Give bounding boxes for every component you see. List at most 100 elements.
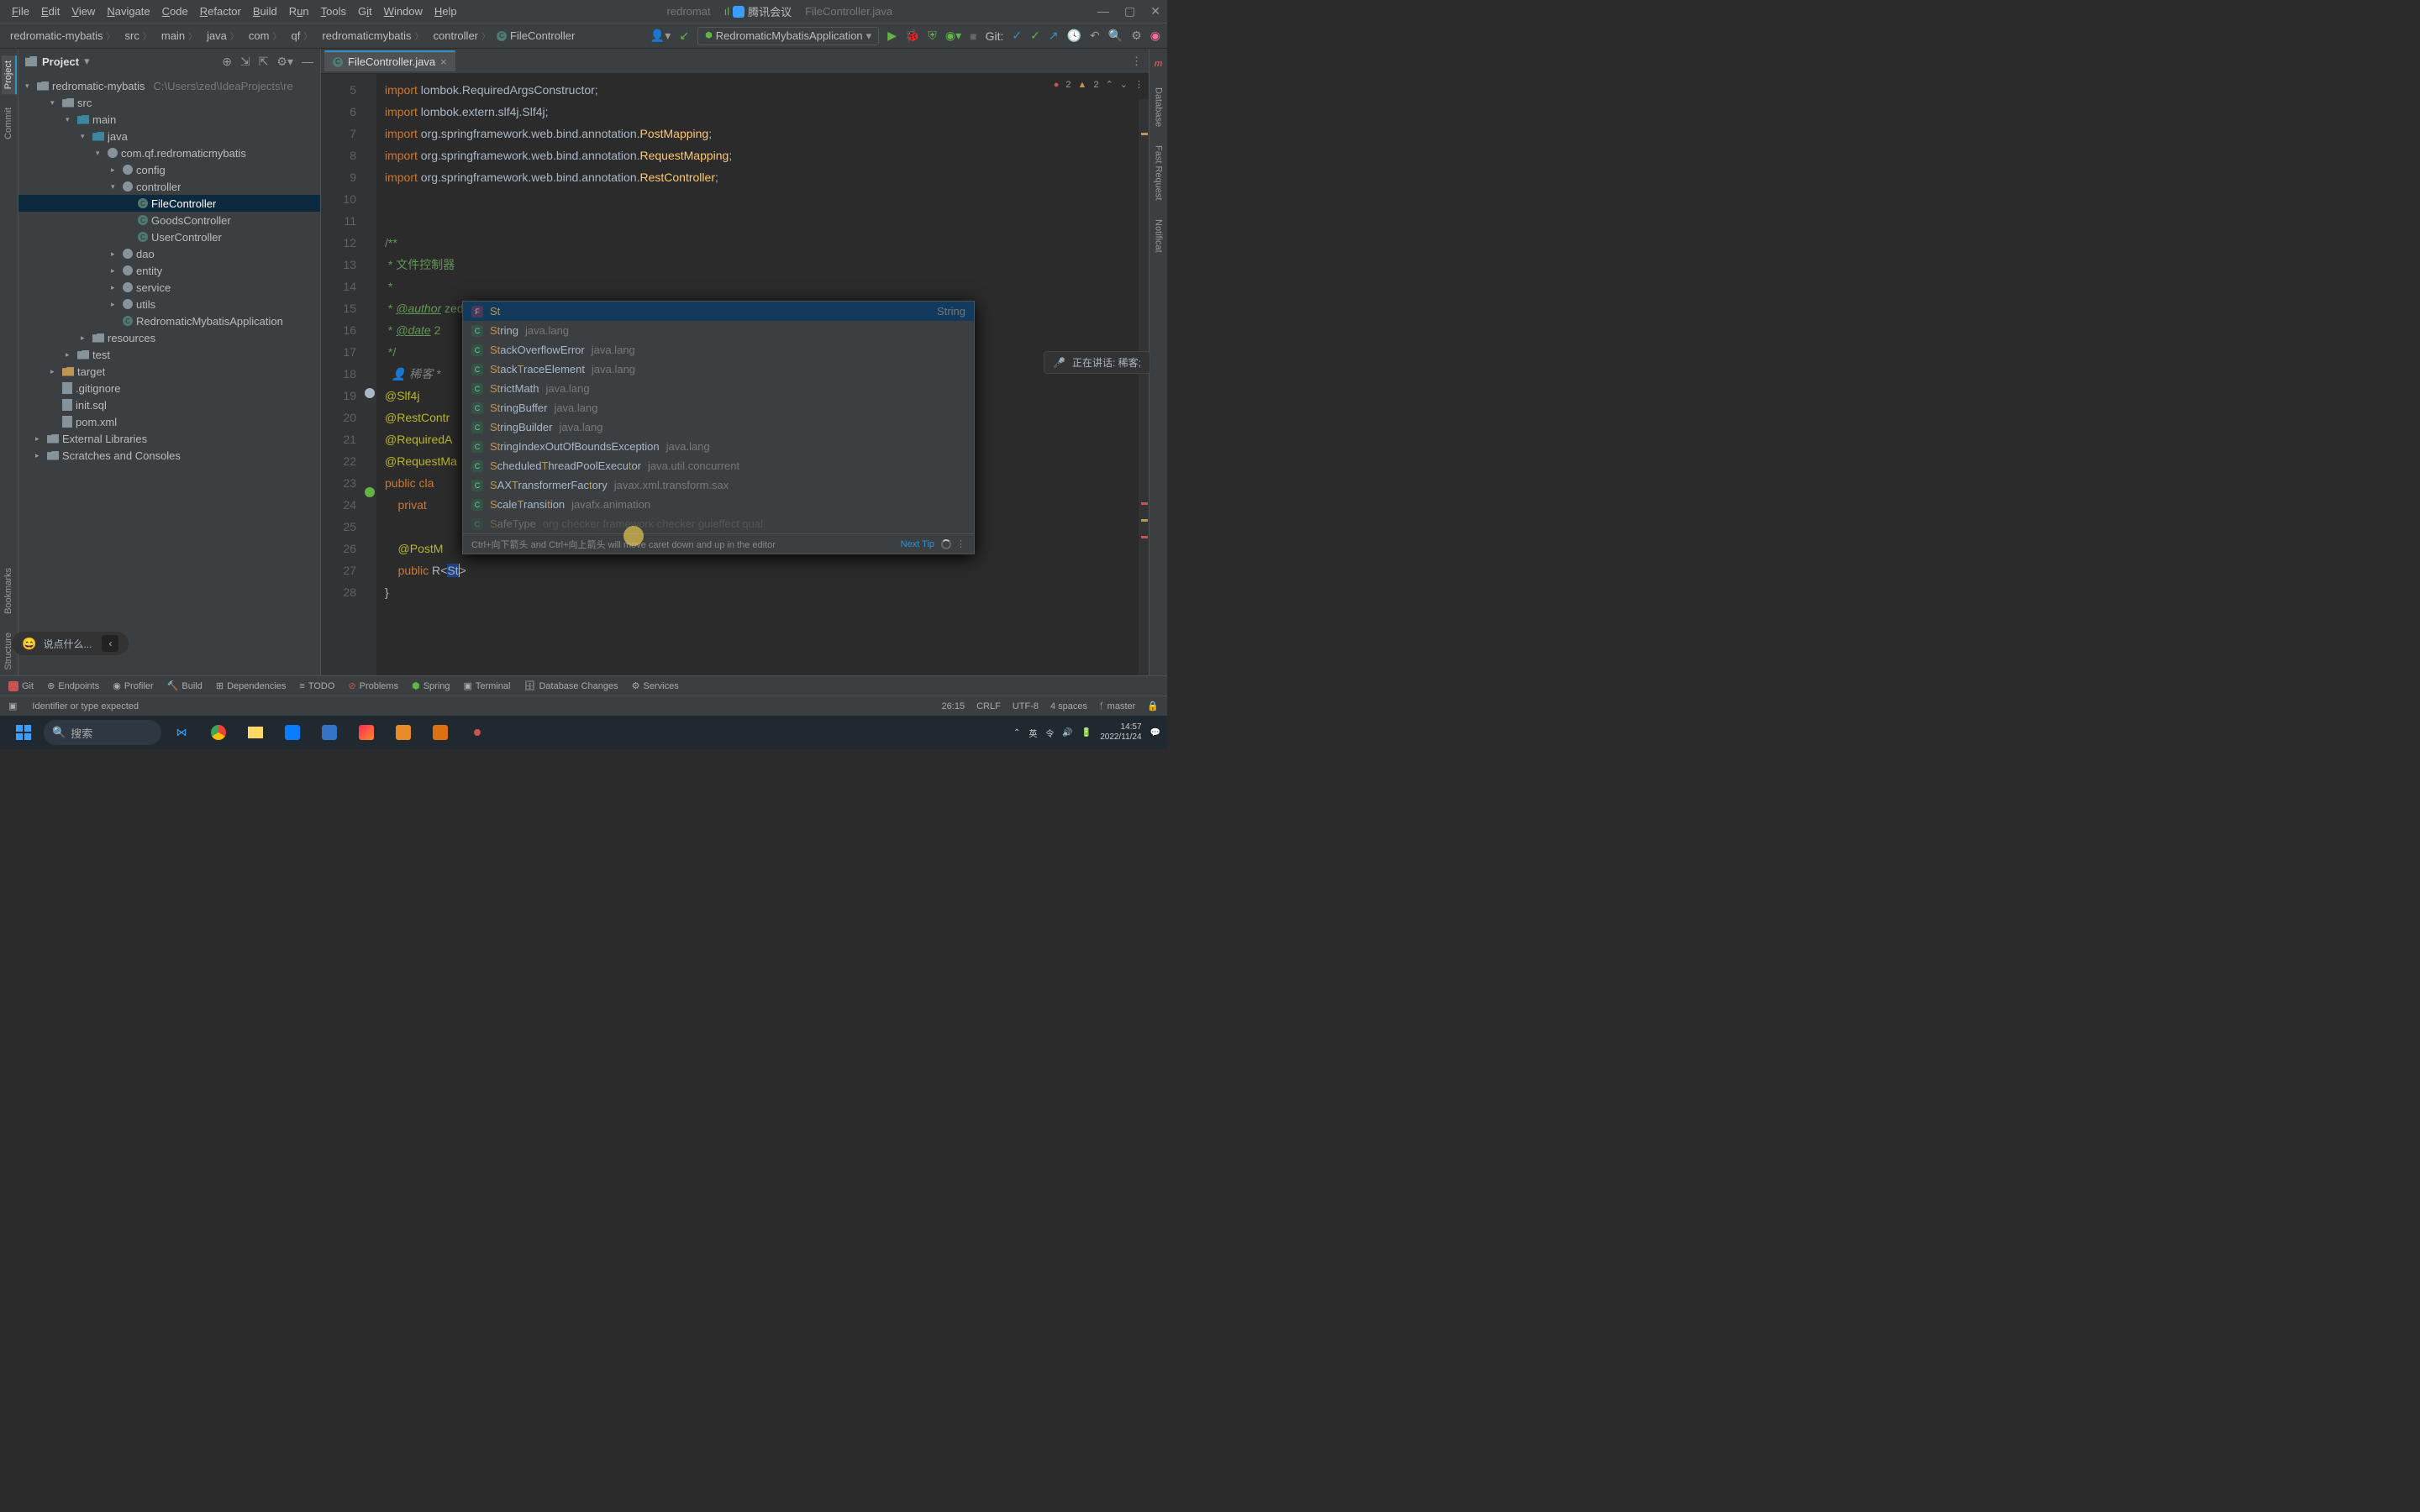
tray-notifications[interactable]: 💬 bbox=[1150, 728, 1160, 738]
menu-build[interactable]: Build bbox=[248, 3, 282, 19]
stop-button[interactable]: ■ bbox=[970, 29, 976, 43]
emoji-icon[interactable]: 😄 bbox=[22, 637, 36, 651]
hide-panel-icon[interactable]: — bbox=[302, 55, 313, 69]
tree-item-target[interactable]: ▸target bbox=[18, 363, 320, 380]
menu-tools[interactable]: Tools bbox=[316, 3, 351, 19]
run-config-selector[interactable]: ⬢ RedromaticMybatisApplication ▾ bbox=[697, 27, 879, 45]
editor-menu-icon[interactable]: ⋮ bbox=[1131, 55, 1142, 68]
tab-fast-request[interactable]: Fast Request bbox=[1152, 142, 1165, 203]
run-button[interactable]: ▶ bbox=[887, 29, 897, 43]
taskbar-app1[interactable] bbox=[276, 719, 309, 746]
tree-item-redromaticmybatisapplication[interactable]: CRedromaticMybatisApplication bbox=[18, 312, 320, 329]
toolwin-todo[interactable]: ≡TODO bbox=[299, 681, 334, 691]
ide-icon[interactable]: ◉ bbox=[1150, 29, 1160, 43]
menu-view[interactable]: View bbox=[66, 3, 100, 19]
git-history-icon[interactable]: 🕓 bbox=[1067, 29, 1081, 43]
tree-item-pom-xml[interactable]: pom.xml bbox=[18, 413, 320, 430]
taskbar-search[interactable]: 🔍搜索 bbox=[44, 720, 161, 745]
completion-item[interactable]: CStackOverflowError java.lang bbox=[463, 340, 974, 360]
crumb-6[interactable]: redromaticmybatis bbox=[318, 29, 426, 43]
completion-item[interactable]: CStringIndexOutOfBoundsException java.la… bbox=[463, 437, 974, 456]
tab-notifications[interactable]: Notificat bbox=[1152, 216, 1165, 256]
coverage-button[interactable]: ⛨ bbox=[928, 29, 937, 43]
taskbar-chrome[interactable] bbox=[202, 719, 235, 746]
error-stripe[interactable] bbox=[1139, 99, 1149, 675]
tree-item-usercontroller[interactable]: CUserController bbox=[18, 228, 320, 245]
indent-setting[interactable]: 4 spaces bbox=[1050, 701, 1087, 711]
toolwin-terminal[interactable]: ▣Terminal bbox=[464, 680, 511, 691]
project-view-dropdown[interactable]: ▾ bbox=[84, 55, 90, 68]
toolwin-problems[interactable]: ⊘Problems bbox=[348, 680, 398, 691]
menu-file[interactable]: File bbox=[7, 3, 34, 19]
menu-code[interactable]: Code bbox=[157, 3, 193, 19]
taskbar-app3[interactable] bbox=[387, 719, 420, 746]
tray-battery[interactable]: 🔋 bbox=[1081, 728, 1092, 738]
tree-item--gitignore[interactable]: .gitignore bbox=[18, 380, 320, 396]
toolwin-git[interactable]: Git bbox=[8, 681, 34, 691]
completion-item[interactable]: CString java.lang bbox=[463, 321, 974, 340]
toolwin-db-changes[interactable]: 🗄Database Changes bbox=[523, 680, 618, 691]
file-encoding[interactable]: UTF-8 bbox=[1013, 701, 1039, 711]
completion-item[interactable]: CStringBuffer java.lang bbox=[463, 398, 974, 417]
tree-item-java[interactable]: ▾java bbox=[18, 128, 320, 144]
tray-ime[interactable]: 英 bbox=[1028, 727, 1037, 739]
menu-git[interactable]: Git bbox=[353, 3, 377, 19]
tree-item-test[interactable]: ▸test bbox=[18, 346, 320, 363]
crumb-2[interactable]: main bbox=[158, 29, 200, 43]
completion-popup[interactable]: FSt StringCString java.langCStackOverflo… bbox=[462, 301, 975, 554]
collapse-chat-icon[interactable]: ‹ bbox=[102, 635, 118, 652]
crumb-0[interactable]: redromatic-mybatis bbox=[7, 29, 118, 43]
caret-position[interactable]: 26:15 bbox=[942, 701, 965, 711]
tree-item-com-qf-redromaticmybatis[interactable]: ▾com.qf.redromaticmybatis bbox=[18, 144, 320, 161]
inspections-menu-icon[interactable]: ⋮ bbox=[1134, 79, 1144, 90]
menu-edit[interactable]: Edit bbox=[36, 3, 65, 19]
tab-commit[interactable]: Commit bbox=[2, 102, 17, 144]
git-update-icon[interactable]: ✓ bbox=[1012, 29, 1022, 43]
tree-item-filecontroller[interactable]: CFileController bbox=[18, 195, 320, 212]
tree-item-external-libraries[interactable]: ▸External Libraries bbox=[18, 430, 320, 447]
project-panel-title[interactable]: Project bbox=[42, 55, 79, 68]
tray-network[interactable]: 令 bbox=[1045, 727, 1054, 739]
tab-database[interactable]: Database bbox=[1152, 84, 1165, 130]
nav-down-icon[interactable]: ⌄ bbox=[1120, 79, 1128, 90]
tree-item-main[interactable]: ▾main bbox=[18, 111, 320, 128]
expand-all-icon[interactable]: ⇲ bbox=[240, 55, 250, 69]
inspections-widget[interactable]: ●2 ▲2 ⌃ ⌄ ⋮ bbox=[1054, 79, 1144, 90]
git-rollback-icon[interactable]: ↶ bbox=[1090, 29, 1100, 43]
debug-button[interactable]: 🐞 bbox=[905, 29, 919, 43]
git-branch[interactable]: ᚶ master bbox=[1099, 701, 1135, 711]
toolwin-services[interactable]: ⚙Services bbox=[632, 680, 679, 691]
next-tip-link[interactable]: Next Tip bbox=[901, 539, 934, 549]
tray-chevron[interactable]: ⌃ bbox=[1013, 728, 1020, 738]
completion-item[interactable]: CSafeType org checker framework checker … bbox=[463, 514, 974, 533]
tree-item-resources[interactable]: ▸resources bbox=[18, 329, 320, 346]
crumb-7[interactable]: controller bbox=[430, 29, 493, 43]
tree-item-init-sql[interactable]: init.sql bbox=[18, 396, 320, 413]
tree-item-entity[interactable]: ▸entity bbox=[18, 262, 320, 279]
start-button[interactable] bbox=[7, 719, 40, 746]
crumb-4[interactable]: com bbox=[245, 29, 285, 43]
popup-menu-icon[interactable]: ⋮ bbox=[956, 538, 965, 549]
completion-item[interactable]: FSt String bbox=[463, 302, 974, 321]
git-push-icon[interactable]: ↗ bbox=[1049, 29, 1059, 43]
nav-up-icon[interactable]: ⌃ bbox=[1106, 79, 1113, 90]
tab-maven[interactable]: m bbox=[1153, 55, 1165, 72]
git-commit-icon[interactable]: ✓ bbox=[1030, 29, 1040, 43]
project-tree[interactable]: ▾redromatic-mybatisC:\Users\zed\IdeaProj… bbox=[18, 74, 320, 675]
completion-item[interactable]: CScheduledThreadPoolExecutor java.util.c… bbox=[463, 456, 974, 475]
taskbar-vscode[interactable]: ⋈ bbox=[165, 719, 198, 746]
taskbar-app2[interactable] bbox=[313, 719, 346, 746]
select-opened-icon[interactable]: ⊕ bbox=[222, 55, 232, 69]
crumb-1[interactable]: src bbox=[122, 29, 155, 43]
taskbar-intellij[interactable] bbox=[350, 719, 383, 746]
toolwin-dependencies[interactable]: ⊞Dependencies bbox=[216, 680, 287, 691]
menu-help[interactable]: Help bbox=[429, 3, 462, 19]
lock-icon[interactable]: 🔒 bbox=[1147, 701, 1159, 711]
tree-item-config[interactable]: ▸config bbox=[18, 161, 320, 178]
author-mark-icon[interactable] bbox=[365, 388, 375, 398]
comment-input-widget[interactable]: 😄 说点什么... ‹ bbox=[12, 632, 129, 655]
run-gutter-icon[interactable] bbox=[365, 487, 375, 497]
crumb-3[interactable]: java bbox=[203, 29, 242, 43]
tab-project[interactable]: Project bbox=[2, 55, 17, 94]
collapse-all-icon[interactable]: ⇱ bbox=[259, 55, 269, 69]
